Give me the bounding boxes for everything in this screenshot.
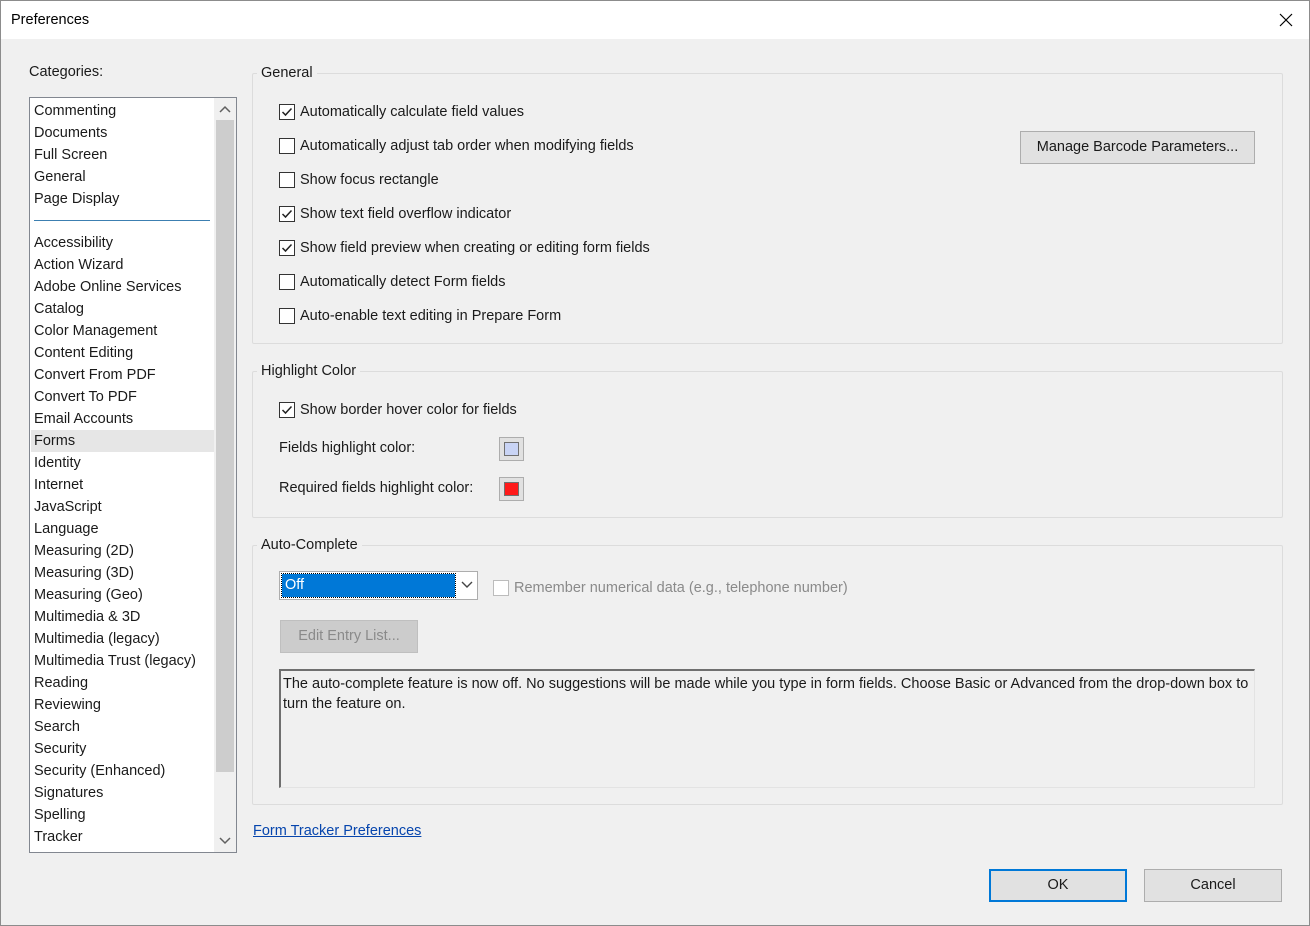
title-bar: Preferences [1,1,1309,39]
checkbox-auto-calculate[interactable] [279,104,295,120]
category-reviewing[interactable]: Reviewing [34,694,101,716]
category-convert-to-pdf[interactable]: Convert To PDF [34,386,137,408]
label-show-focus-rectangle: Show focus rectangle [300,172,439,188]
highlight-group-title: Highlight Color [257,362,361,380]
autocomplete-mode-select[interactable]: Off [279,571,478,600]
category-convert-from-pdf[interactable]: Convert From PDF [34,364,156,386]
label-overflow-indicator: Show text field overflow indicator [300,206,512,222]
label-border-hover: Show border hover color for fields [300,402,517,418]
category-security-enhanced[interactable]: Security (Enhanced) [34,760,165,782]
option-overflow-indicator[interactable]: Show text field overflow indicator [279,203,511,225]
label-detect-form-fields: Automatically detect Form fields [300,274,506,290]
category-multimedia-trust-legacy[interactable]: Multimedia Trust (legacy) [34,650,196,672]
ok-button[interactable]: OK [989,869,1127,902]
option-adjust-tab-order[interactable]: Automatically adjust tab order when modi… [279,135,634,157]
category-adobe-online-services[interactable]: Adobe Online Services [34,276,182,298]
option-detect-form-fields[interactable]: Automatically detect Form fields [279,271,506,293]
checkbox-adjust-tab-order[interactable] [279,138,295,154]
checkbox-remember-numerical[interactable] [493,580,509,596]
category-accessibility[interactable]: Accessibility [34,232,113,254]
checkbox-overflow-indicator[interactable] [279,206,295,222]
label-auto-enable-text-editing: Auto-enable text editing in Prepare Form [300,308,562,324]
category-language[interactable]: Language [34,518,99,540]
category-signatures[interactable]: Signatures [34,782,103,804]
category-multimedia-3d[interactable]: Multimedia & 3D [34,606,140,628]
checkmark-icon [281,107,293,117]
category-email-accounts[interactable]: Email Accounts [34,408,133,430]
category-general[interactable]: General [34,166,86,188]
label-adjust-tab-order: Automatically adjust tab order when modi… [300,138,634,154]
manage-barcode-button[interactable]: Manage Barcode Parameters... [1020,131,1255,164]
checkmark-icon [281,243,293,253]
option-remember-numerical[interactable]: Remember numerical data (e.g., telephone… [493,577,848,599]
option-auto-enable-text-editing[interactable]: Auto-enable text editing in Prepare Form [279,305,561,327]
option-show-focus-rectangle[interactable]: Show focus rectangle [279,169,439,191]
fields-highlight-color-button[interactable] [499,437,524,461]
autocomplete-group-title: Auto-Complete [257,536,362,554]
required-highlight-label: Required fields highlight color: [279,480,474,496]
checkbox-show-focus-rectangle[interactable] [279,172,295,188]
autocomplete-mode-value: Off [281,573,456,598]
dialog-title: Preferences [11,12,90,28]
checkmark-icon [281,405,293,415]
category-javascript[interactable]: JavaScript [34,496,102,518]
edit-entry-list-button[interactable]: Edit Entry List... [280,620,418,653]
category-spelling[interactable]: Spelling [34,804,86,826]
label-auto-calculate: Automatically calculate field values [300,104,525,120]
category-multimedia-legacy[interactable]: Multimedia (legacy) [34,628,160,650]
category-catalog[interactable]: Catalog [34,298,84,320]
category-tracker[interactable]: Tracker [34,826,83,848]
category-reading[interactable]: Reading [34,672,88,694]
category-security[interactable]: Security [34,738,86,760]
scroll-up-button[interactable] [214,98,236,120]
preferences-dialog: Preferences Categories: Commenting Docum… [0,0,1310,926]
category-measuring-2d[interactable]: Measuring (2D) [34,540,134,562]
scroll-down-button[interactable] [214,830,236,852]
category-full-screen[interactable]: Full Screen [34,144,107,166]
close-button[interactable] [1263,1,1309,39]
categories-scrollbar[interactable] [214,98,236,852]
label-remember-numerical: Remember numerical data (e.g., telephone… [514,580,848,596]
fields-highlight-swatch [504,442,519,456]
category-commenting[interactable]: Commenting [34,100,116,122]
category-content-editing[interactable]: Content Editing [34,342,133,364]
close-icon [1279,13,1293,27]
categories-label: Categories: [29,64,104,80]
category-internet[interactable]: Internet [34,474,83,496]
option-auto-calculate[interactable]: Automatically calculate field values [279,101,524,123]
category-search[interactable]: Search [34,716,80,738]
category-identity[interactable]: Identity [34,452,81,474]
option-border-hover[interactable]: Show border hover color for fields [279,399,517,421]
checkmark-icon [281,209,293,219]
checkbox-border-hover[interactable] [279,402,295,418]
category-measuring-3d[interactable]: Measuring (3D) [34,562,134,584]
category-action-wizard[interactable]: Action Wizard [34,254,123,276]
chevron-up-icon [219,105,231,113]
checkbox-auto-enable-text-editing[interactable] [279,308,295,324]
category-divider [34,220,210,221]
chevron-down-icon [219,837,231,845]
cancel-button[interactable]: Cancel [1144,869,1282,902]
category-forms[interactable]: Forms [31,430,214,452]
required-highlight-color-button[interactable] [499,477,524,501]
checkbox-detect-form-fields[interactable] [279,274,295,290]
general-group-title: General [257,64,317,82]
label-field-preview: Show field preview when creating or edit… [300,240,650,256]
fields-highlight-label: Fields highlight color: [279,440,416,456]
category-measuring-geo[interactable]: Measuring (Geo) [34,584,143,606]
checkbox-field-preview[interactable] [279,240,295,256]
category-documents[interactable]: Documents [34,122,107,144]
autocomplete-description: The auto-complete feature is now off. No… [279,669,1255,788]
scroll-thumb[interactable] [216,120,234,772]
required-highlight-swatch [504,482,519,496]
form-tracker-preferences-link[interactable]: Form Tracker Preferences [253,823,421,839]
option-field-preview[interactable]: Show field preview when creating or edit… [279,237,650,259]
category-page-display[interactable]: Page Display [34,188,119,210]
chevron-down-icon [461,581,473,588]
category-color-management[interactable]: Color Management [34,320,157,342]
categories-list[interactable]: Commenting Documents Full Screen General… [29,97,237,853]
